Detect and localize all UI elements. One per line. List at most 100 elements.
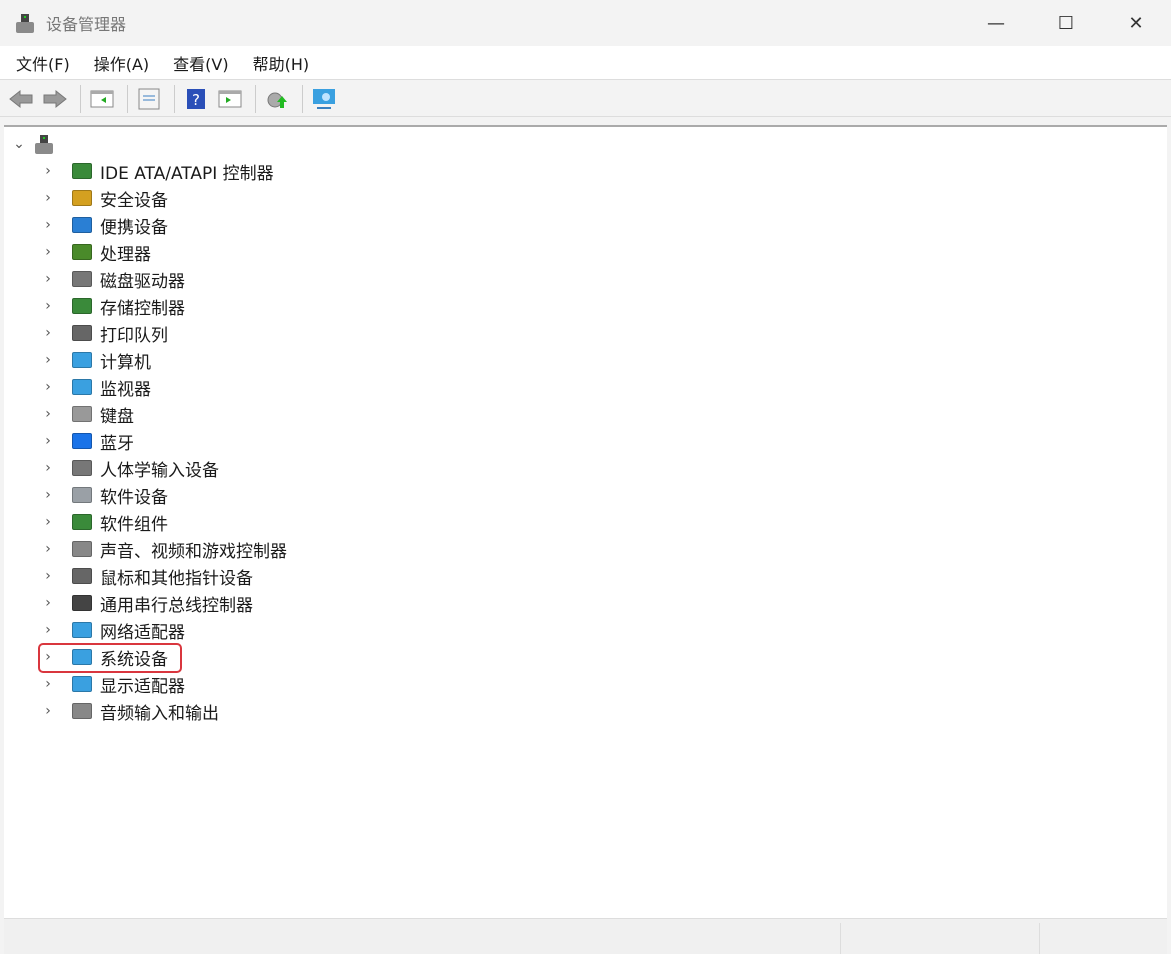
tree-item[interactable]: › 键盘 <box>4 401 134 427</box>
usb-icon <box>70 592 94 614</box>
chevron-right-icon[interactable]: › <box>38 271 58 287</box>
chevron-right-icon[interactable]: › <box>38 298 58 314</box>
tree-item[interactable]: › 鼠标和其他指针设备 <box>4 563 253 589</box>
monitor-icon <box>70 376 94 398</box>
tree-item[interactable]: › 蓝牙 <box>4 428 134 454</box>
tree-item[interactable]: › 声音、视频和游戏控制器 <box>4 536 287 562</box>
tree-item-label: 监视器 <box>100 379 151 400</box>
device-tree[interactable]: ⌄ › IDE ATA/ATAPI 控制器 › 安全设备 › 便携设备 › 处理器 › … <box>4 125 1167 918</box>
chevron-right-icon[interactable]: › <box>38 379 58 395</box>
arrow-right-icon <box>43 89 67 108</box>
tree-item[interactable]: › 便携设备 <box>4 212 168 238</box>
chevron-right-icon[interactable]: › <box>38 325 58 341</box>
scan-hardware-button[interactable] <box>309 85 339 113</box>
monitor-search-icon <box>313 88 335 109</box>
chevron-right-icon[interactable]: › <box>38 217 58 233</box>
tree-item-label: 磁盘驱动器 <box>100 271 185 292</box>
chevron-right-icon[interactable]: › <box>38 352 58 368</box>
properties-icon <box>138 88 160 109</box>
tree-item[interactable]: › 安全设备 <box>4 185 168 211</box>
chevron-right-icon[interactable]: › <box>38 649 58 665</box>
chevron-right-icon[interactable]: › <box>38 676 58 692</box>
chevron-right-icon[interactable]: › <box>38 163 58 179</box>
tree-item-label: 蓝牙 <box>100 433 134 454</box>
chevron-right-icon[interactable]: › <box>38 703 58 719</box>
maximize-button[interactable]: ☐ <box>1031 0 1101 46</box>
action-pane-icon <box>218 90 242 107</box>
network-adapter-icon <box>70 619 94 641</box>
chevron-right-icon[interactable]: › <box>38 244 58 260</box>
chevron-right-icon[interactable]: › <box>38 406 58 422</box>
portable-device-icon <box>70 214 94 236</box>
gear-update-icon <box>267 92 287 108</box>
software-component-icon <box>70 511 94 533</box>
back-button[interactable] <box>6 85 36 113</box>
chevron-down-icon[interactable]: ⌄ <box>9 136 29 152</box>
menu-view[interactable]: 查看(V) <box>165 51 236 75</box>
speaker-icon <box>70 538 94 560</box>
tree-item[interactable]: › 软件组件 <box>4 509 168 535</box>
tree-item[interactable]: › 系统设备 <box>4 644 168 670</box>
update-driver-button[interactable] <box>262 85 292 113</box>
close-button[interactable]: ✕ <box>1101 0 1171 46</box>
tree-item[interactable]: › IDE ATA/ATAPI 控制器 <box>4 158 274 184</box>
ide-controller-icon <box>70 160 94 182</box>
chevron-right-icon[interactable]: › <box>38 460 58 476</box>
toolbar: ? <box>0 81 1171 117</box>
minimize-button[interactable]: — <box>961 0 1031 46</box>
tree-item[interactable]: › 显示适配器 <box>4 671 185 697</box>
tree-item[interactable]: › 打印队列 <box>4 320 168 346</box>
bluetooth-icon <box>70 430 94 452</box>
chevron-right-icon[interactable]: › <box>38 433 58 449</box>
tree-item[interactable]: › 监视器 <box>4 374 151 400</box>
help-button[interactable]: ? <box>181 85 211 113</box>
processor-icon <box>70 241 94 263</box>
console-tree-button[interactable] <box>87 85 117 113</box>
device-manager-icon <box>14 12 36 34</box>
tree-root[interactable]: ⌄ <box>4 131 55 157</box>
tree-item[interactable]: › 音频输入和输出 <box>4 698 219 724</box>
help-icon: ? <box>187 88 205 109</box>
tree-item-label: 软件设备 <box>100 487 168 508</box>
action-pane-button[interactable] <box>215 85 245 113</box>
window-title: 设备管理器 <box>46 15 127 34</box>
chevron-right-icon[interactable]: › <box>38 514 58 530</box>
chevron-right-icon[interactable]: › <box>38 622 58 638</box>
tree-item[interactable]: › 网络适配器 <box>4 617 185 643</box>
chevron-right-icon[interactable]: › <box>38 568 58 584</box>
menu-action[interactable]: 操作(A) <box>86 51 157 75</box>
storage-controller-icon <box>70 295 94 317</box>
svg-text:?: ? <box>192 91 200 109</box>
tree-item-label: 打印队列 <box>100 325 168 346</box>
title-bar: 设备管理器 — ☐ ✕ <box>0 0 1171 46</box>
chevron-right-icon[interactable]: › <box>38 487 58 503</box>
menu-help[interactable]: 帮助(H) <box>245 51 318 75</box>
tree-item-label: 系统设备 <box>100 649 168 670</box>
tree-item-label: 人体学输入设备 <box>100 460 219 481</box>
tree-item[interactable]: › 处理器 <box>4 239 151 265</box>
tree-item[interactable]: › 存储控制器 <box>4 293 185 319</box>
tree-item[interactable]: › 磁盘驱动器 <box>4 266 185 292</box>
tree-item[interactable]: › 通用串行总线控制器 <box>4 590 253 616</box>
chevron-right-icon[interactable]: › <box>38 595 58 611</box>
system-device-icon <box>70 646 94 668</box>
software-device-icon <box>70 484 94 506</box>
properties-button[interactable] <box>134 85 164 113</box>
chevron-right-icon[interactable]: › <box>38 190 58 206</box>
tree-item-label: 计算机 <box>100 352 151 373</box>
tree-item-label: 通用串行总线控制器 <box>100 595 253 616</box>
computer-icon <box>70 349 94 371</box>
tree-item[interactable]: › 软件设备 <box>4 482 168 508</box>
computer-root-icon <box>33 133 55 155</box>
tree-item[interactable]: › 计算机 <box>4 347 151 373</box>
tree-item[interactable]: › 人体学输入设备 <box>4 455 219 481</box>
display-adapter-icon <box>70 673 94 695</box>
chevron-right-icon[interactable]: › <box>38 541 58 557</box>
keyboard-icon <box>70 403 94 425</box>
forward-button[interactable] <box>40 85 70 113</box>
tree-item-label: 存储控制器 <box>100 298 185 319</box>
audio-icon <box>70 700 94 722</box>
disk-drive-icon <box>70 268 94 290</box>
printer-icon <box>70 322 94 344</box>
menu-file[interactable]: 文件(F) <box>8 51 78 75</box>
